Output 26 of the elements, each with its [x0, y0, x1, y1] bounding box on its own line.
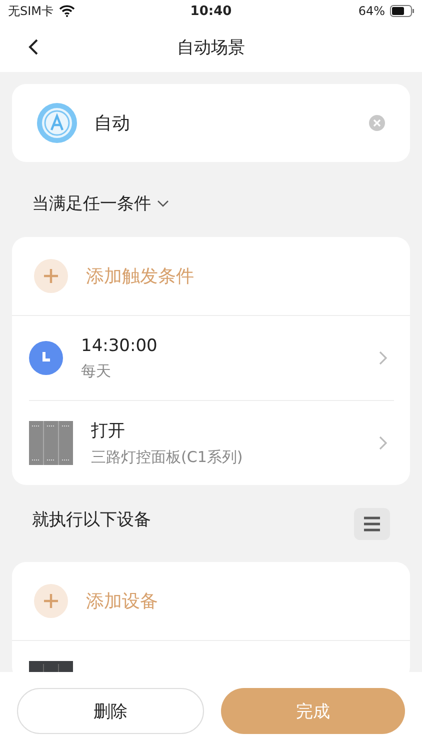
menu-icon	[363, 516, 381, 532]
delete-button[interactable]: 删除	[17, 688, 204, 734]
item-subtitle: 三路灯控面板(C1系列)	[91, 448, 244, 467]
switch-panel-icon	[29, 421, 73, 465]
switch-panel-icon	[29, 661, 73, 672]
clock-icon	[29, 341, 63, 375]
carrier-label: 无SIM卡	[8, 2, 54, 20]
chevron-icon	[378, 435, 388, 451]
clock-time: 10:40	[190, 4, 232, 18]
condition-heading[interactable]: 当满足任一条件	[32, 192, 151, 215]
item-subtitle: 每天	[81, 362, 112, 380]
battery-percent: 64%	[358, 4, 385, 18]
caret-icon[interactable]	[157, 200, 169, 208]
battery-icon	[390, 5, 414, 17]
item-title: 打开	[91, 420, 126, 442]
item-title: 14:30:00	[81, 336, 158, 356]
page-title: 自动场景	[177, 36, 245, 58]
chevron-icon	[378, 350, 388, 366]
action-heading: 就执行以下设备	[32, 509, 151, 531]
wifi-icon	[58, 5, 75, 17]
scene-name: 自动	[94, 112, 131, 135]
auto-scene-icon	[36, 102, 78, 144]
menu-button[interactable]	[354, 508, 390, 540]
add-device-link[interactable]: 添加设备	[86, 589, 158, 613]
add-condition-link[interactable]: 添加触发条件	[86, 264, 194, 288]
done-button[interactable]: 完成	[220, 688, 405, 734]
